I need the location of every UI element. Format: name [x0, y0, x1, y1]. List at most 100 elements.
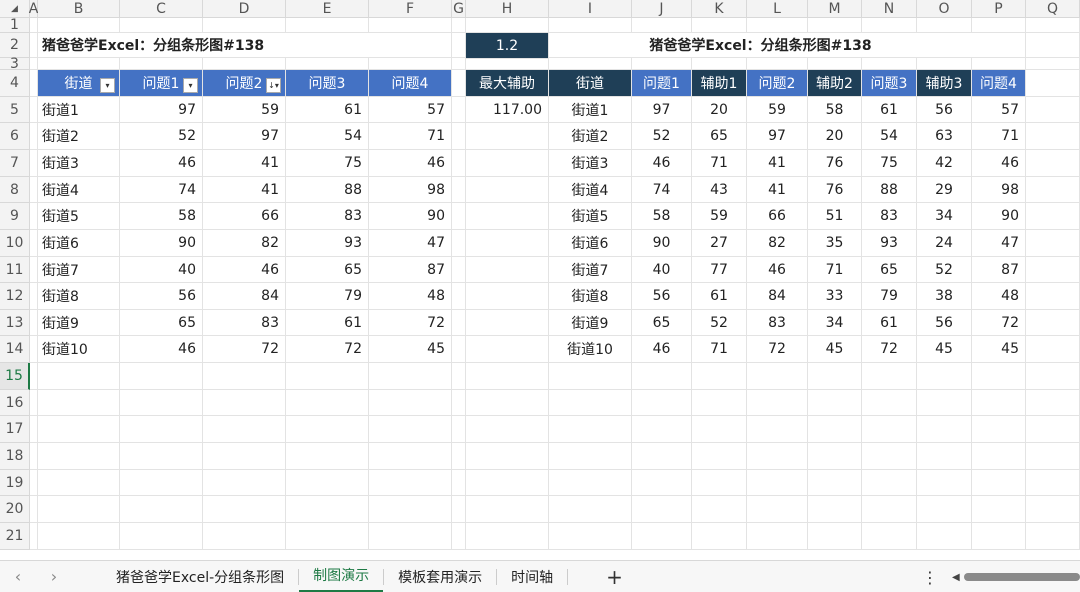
- left-cell[interactable]: 97: [120, 97, 203, 123]
- grid-cell[interactable]: [452, 363, 466, 390]
- grid-cell[interactable]: [692, 390, 747, 416]
- grid-cell[interactable]: [692, 18, 747, 33]
- grid-cell[interactable]: [862, 523, 917, 550]
- select-all-corner[interactable]: ◢: [0, 0, 30, 18]
- grid-cell[interactable]: [632, 363, 692, 390]
- left-cell[interactable]: 街道10: [38, 336, 120, 363]
- grid-cell[interactable]: [30, 257, 38, 283]
- left-header-3[interactable]: 问题3: [286, 70, 369, 97]
- grid-cell[interactable]: [203, 58, 286, 70]
- grid-cell[interactable]: [466, 443, 549, 470]
- right-cell[interactable]: 61: [862, 310, 917, 336]
- sheet-tab-0[interactable]: 猪爸爸学Excel-分组条形图: [102, 561, 298, 592]
- scrollbar-thumb[interactable]: [964, 573, 1080, 581]
- chevron-right-icon[interactable]: ›: [36, 561, 72, 592]
- grid-cell[interactable]: [30, 416, 38, 443]
- column-header-H[interactable]: H: [466, 0, 549, 18]
- right-cell[interactable]: 59: [747, 97, 808, 123]
- right-cell[interactable]: 74: [632, 177, 692, 203]
- right-cell[interactable]: 24: [917, 230, 972, 257]
- grid-cell[interactable]: [808, 416, 862, 443]
- grid-cell[interactable]: [203, 470, 286, 496]
- right-cell[interactable]: 72: [747, 336, 808, 363]
- grid-cell[interactable]: [972, 523, 1026, 550]
- param-value-box[interactable]: 1.2: [466, 33, 549, 59]
- grid-cell[interactable]: [972, 58, 1026, 70]
- grid-cell[interactable]: [549, 18, 632, 33]
- grid-cell[interactable]: [1026, 363, 1080, 390]
- right-cell[interactable]: 35: [808, 230, 862, 257]
- right-cell[interactable]: 61: [692, 283, 747, 310]
- grid-cell[interactable]: [30, 336, 38, 363]
- right-cell[interactable]: 83: [862, 203, 917, 230]
- grid-cell[interactable]: [286, 390, 369, 416]
- scroll-left-icon[interactable]: ◀: [952, 572, 964, 583]
- right-cell[interactable]: 46: [632, 336, 692, 363]
- grid-cell[interactable]: [808, 443, 862, 470]
- grid-cell[interactable]: [549, 58, 632, 70]
- left-table-title[interactable]: 猪爸爸学Excel：分组条形图#138: [38, 33, 369, 58]
- grid-cell[interactable]: [1026, 390, 1080, 416]
- right-cell[interactable]: 45: [917, 336, 972, 363]
- grid-cell[interactable]: [466, 470, 549, 496]
- grid-cell[interactable]: [120, 523, 203, 550]
- grid-cell[interactable]: [452, 416, 466, 443]
- grid-cell[interactable]: [549, 523, 632, 550]
- right-header-3[interactable]: 辅助1: [692, 70, 747, 97]
- grid-cell[interactable]: [632, 58, 692, 70]
- right-cell[interactable]: 52: [692, 310, 747, 336]
- grid-cell[interactable]: [862, 58, 917, 70]
- plus-icon[interactable]: +: [588, 565, 641, 589]
- grid-cell[interactable]: [1026, 257, 1080, 283]
- right-cell[interactable]: 57: [972, 97, 1026, 123]
- right-cell[interactable]: 街道9: [549, 310, 632, 336]
- grid-cell[interactable]: [1026, 416, 1080, 443]
- left-cell[interactable]: 65: [286, 257, 369, 283]
- left-cell[interactable]: 街道5: [38, 203, 120, 230]
- grid-cell[interactable]: [286, 443, 369, 470]
- grid-cell[interactable]: [466, 203, 549, 230]
- grid-cell[interactable]: [466, 18, 549, 33]
- grid-cell[interactable]: [917, 416, 972, 443]
- row-header-7[interactable]: 7: [0, 150, 30, 177]
- chevron-left-icon[interactable]: ‹: [0, 561, 36, 592]
- right-cell[interactable]: 20: [692, 97, 747, 123]
- grid-cell[interactable]: [1026, 496, 1080, 523]
- more-vertical-icon[interactable]: ⋮: [922, 561, 938, 592]
- grid-cell[interactable]: [1026, 18, 1080, 33]
- grid-cell[interactable]: [1026, 177, 1080, 203]
- row-header-15[interactable]: 15: [0, 363, 30, 390]
- grid-cell[interactable]: [632, 18, 692, 33]
- left-cell[interactable]: 72: [203, 336, 286, 363]
- grid-cell[interactable]: [466, 230, 549, 257]
- grid-cell[interactable]: [972, 18, 1026, 33]
- grid-cell[interactable]: [30, 496, 38, 523]
- sheet-tab-3[interactable]: 时间轴: [497, 561, 567, 592]
- right-cell[interactable]: 33: [808, 283, 862, 310]
- grid-cell[interactable]: [549, 443, 632, 470]
- grid-cell[interactable]: [452, 18, 466, 33]
- left-cell[interactable]: 72: [286, 336, 369, 363]
- grid-cell[interactable]: [862, 363, 917, 390]
- grid-cell[interactable]: [452, 70, 466, 97]
- left-cell[interactable]: 97: [203, 123, 286, 150]
- grid-cell[interactable]: [808, 390, 862, 416]
- right-cell[interactable]: 41: [747, 150, 808, 177]
- right-cell[interactable]: 98: [972, 177, 1026, 203]
- grid-cell[interactable]: [692, 58, 747, 70]
- grid-cell[interactable]: [1026, 523, 1080, 550]
- left-cell[interactable]: 46: [203, 257, 286, 283]
- grid-cell[interactable]: [466, 58, 549, 70]
- column-header-K[interactable]: K: [692, 0, 747, 18]
- grid-cell[interactable]: [30, 310, 38, 336]
- grid-cell[interactable]: [466, 123, 549, 150]
- row-header-6[interactable]: 6: [0, 123, 30, 150]
- left-header-4[interactable]: 问题4: [369, 70, 452, 97]
- column-header-I[interactable]: I: [549, 0, 632, 18]
- grid-cell[interactable]: [38, 443, 120, 470]
- right-header-1[interactable]: 街道: [549, 70, 632, 97]
- grid-cell[interactable]: [466, 390, 549, 416]
- left-cell[interactable]: 88: [286, 177, 369, 203]
- right-cell[interactable]: 42: [917, 150, 972, 177]
- grid-cell[interactable]: [917, 470, 972, 496]
